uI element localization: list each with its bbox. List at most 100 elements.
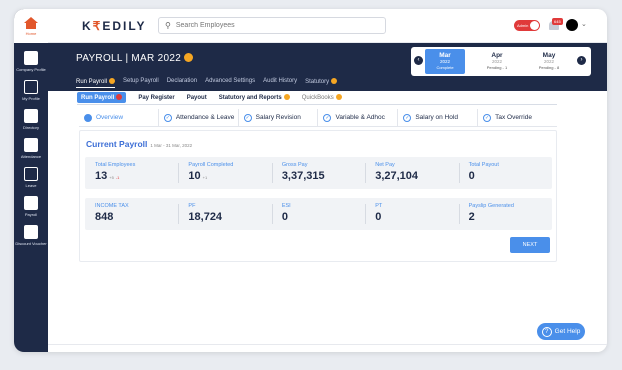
nav-declaration[interactable]: Declaration	[167, 78, 197, 88]
payroll-steps: Overview ✓ Attendance & Leave ✓ Salary Rev…	[79, 109, 557, 127]
subtab-quickbooks[interactable]: QuickBooks	[302, 94, 342, 101]
payroll-banner: PAYROLL | MAR 2022 Run Payroll Setup Pay…	[48, 43, 607, 91]
stat-value: 0	[375, 211, 382, 223]
subtab-run-payroll[interactable]: Run Payroll	[77, 92, 127, 103]
profile-card-icon	[24, 80, 38, 94]
card-title: Current Payroll 1 Mar - 31 Mar, 2022	[86, 139, 192, 149]
stat-minus: -1	[115, 175, 120, 180]
get-help-label: Get Help	[554, 328, 581, 335]
rail-item-directory[interactable]: Directory	[14, 109, 48, 130]
step-salary-revision[interactable]: ✓ Salary Revision	[239, 109, 319, 126]
month-card[interactable]: May 2022 Pending - 8	[529, 49, 569, 74]
search-input[interactable]	[175, 22, 366, 29]
check-circle-icon: ✓	[403, 113, 412, 122]
gift-icon	[24, 225, 38, 239]
stat-label: PT	[375, 203, 383, 209]
stat-label: PF	[188, 203, 196, 209]
stat-net-pay: Net Pay 3,27,104	[365, 157, 458, 189]
pending-dot-icon	[335, 94, 342, 100]
subtab-pay-register[interactable]: Pay Register	[138, 95, 174, 101]
stat-value-group: 13 +5 -1	[95, 170, 178, 182]
nav-statutory[interactable]: Statutory	[305, 78, 338, 88]
notification-badge: 645	[552, 18, 563, 25]
stat-plus: +5	[109, 175, 114, 180]
step-salary-on-hold[interactable]: ✓ Salary on Hold	[398, 109, 479, 126]
rail-home[interactable]: Home	[14, 9, 48, 43]
question-icon: ?	[541, 326, 552, 337]
rail-item-label: Discount Voucher	[15, 241, 47, 246]
subtab-statutory-reports[interactable]: Statutory and Reports	[219, 94, 290, 101]
nav-audit-history[interactable]: Audit History	[263, 78, 297, 88]
subtab-label: Statutory and Reports	[218, 95, 282, 101]
stat-value: 848	[95, 211, 114, 223]
month-name: May	[542, 52, 556, 59]
step-attendance-leave[interactable]: ✓ Attendance & Leave	[159, 109, 239, 126]
month-card-current[interactable]: Mar 2022 Complete	[425, 49, 465, 74]
rail-item-attendance[interactable]: Attendance	[14, 138, 48, 159]
logo-text-post: EDILY	[102, 19, 147, 33]
get-help-button[interactable]: ? Get Help	[537, 323, 585, 340]
admin-toggle-label: Admin	[517, 23, 529, 28]
brand-logo[interactable]: K₹EDILY	[82, 19, 147, 33]
stat-value: 0	[468, 170, 475, 182]
stat-label: ESI	[281, 203, 291, 209]
avatar[interactable]	[566, 19, 578, 31]
stat-label: Payroll Completed	[188, 162, 234, 168]
rail-item-payroll[interactable]: Payroll	[14, 196, 48, 217]
stat-gross-pay: Gross Pay 3,37,315	[271, 157, 365, 189]
payroll-icon	[24, 196, 38, 210]
rail-item-leave[interactable]: Leave	[14, 167, 48, 188]
app-window: Home Company Profile My Profile Director…	[14, 9, 607, 352]
search-box[interactable]: ⚲	[158, 17, 386, 34]
step-variable-adhoc[interactable]: ✓ Variable & Adhoc	[318, 109, 399, 126]
stat-value: 3,37,315	[281, 170, 325, 182]
month-status: Complete	[436, 65, 454, 70]
check-circle-icon: ✓	[163, 113, 172, 122]
month-year: 2022	[439, 59, 450, 64]
stat-esi: ESI 0	[271, 198, 365, 230]
chevron-left-icon[interactable]: ‹	[414, 56, 423, 65]
footer	[48, 344, 607, 352]
subtab-payout[interactable]: Payout	[187, 95, 207, 101]
chevron-right-icon[interactable]: ›	[577, 56, 586, 65]
month-name: Apr	[491, 52, 503, 59]
stat-label: Total Payout	[468, 162, 499, 168]
rail-item-label: Attendance	[20, 154, 42, 159]
nav-setup-payroll[interactable]: Setup Payroll	[123, 78, 159, 88]
notifications-button[interactable]: 645	[548, 18, 563, 31]
step-overview[interactable]: Overview	[79, 109, 159, 126]
nav-run-payroll[interactable]: Run Payroll	[76, 78, 116, 88]
stat-plus: +1	[202, 175, 208, 180]
step-label: Tax Override	[495, 114, 532, 121]
rail-item-my-profile[interactable]: My Profile	[14, 80, 48, 101]
stat-value: 0	[281, 211, 288, 223]
rail-item-label: Directory	[22, 125, 39, 130]
step-label: Salary on Hold	[415, 114, 458, 121]
step-tax-override[interactable]: ✓ Tax Override	[478, 109, 557, 126]
month-status: Pending - 8	[538, 65, 560, 70]
stat-label: Net Pay	[375, 162, 395, 168]
page-title-text: PAYROLL | MAR 2022	[76, 53, 182, 64]
pending-dot-icon	[331, 78, 338, 84]
rail-item-label: My Profile	[22, 96, 40, 101]
chevron-down-icon[interactable]: ⌄	[581, 20, 587, 28]
step-label: Variable & Adhoc	[335, 114, 385, 121]
pending-dot-icon	[184, 53, 194, 62]
stat-value: 13	[95, 170, 108, 182]
stat-value: 18,724	[188, 211, 223, 223]
stat-pt: PT 0	[365, 198, 458, 230]
rail-item-label: Company Profile	[16, 67, 46, 72]
month-card[interactable]: Apr 2022 Pending - 1	[477, 49, 517, 74]
rail-item-discount-voucher[interactable]: Discount Voucher	[14, 225, 48, 246]
stat-total-payout: Total Payout 0	[458, 157, 552, 189]
step-label: Overview	[96, 114, 124, 121]
payroll-period: 1 Mar - 31 Mar, 2022	[150, 143, 193, 148]
month-year: 2022	[543, 59, 554, 64]
admin-toggle[interactable]: Admin	[514, 20, 540, 31]
next-button[interactable]: NEXT	[510, 237, 550, 253]
nav-advanced-settings[interactable]: Advanced Settings	[205, 78, 255, 88]
beach-icon	[24, 167, 38, 181]
stat-value-group: 10 +1	[188, 170, 271, 182]
calendar-icon	[24, 138, 38, 152]
rail-item-company-profile[interactable]: Company Profile	[14, 51, 48, 72]
